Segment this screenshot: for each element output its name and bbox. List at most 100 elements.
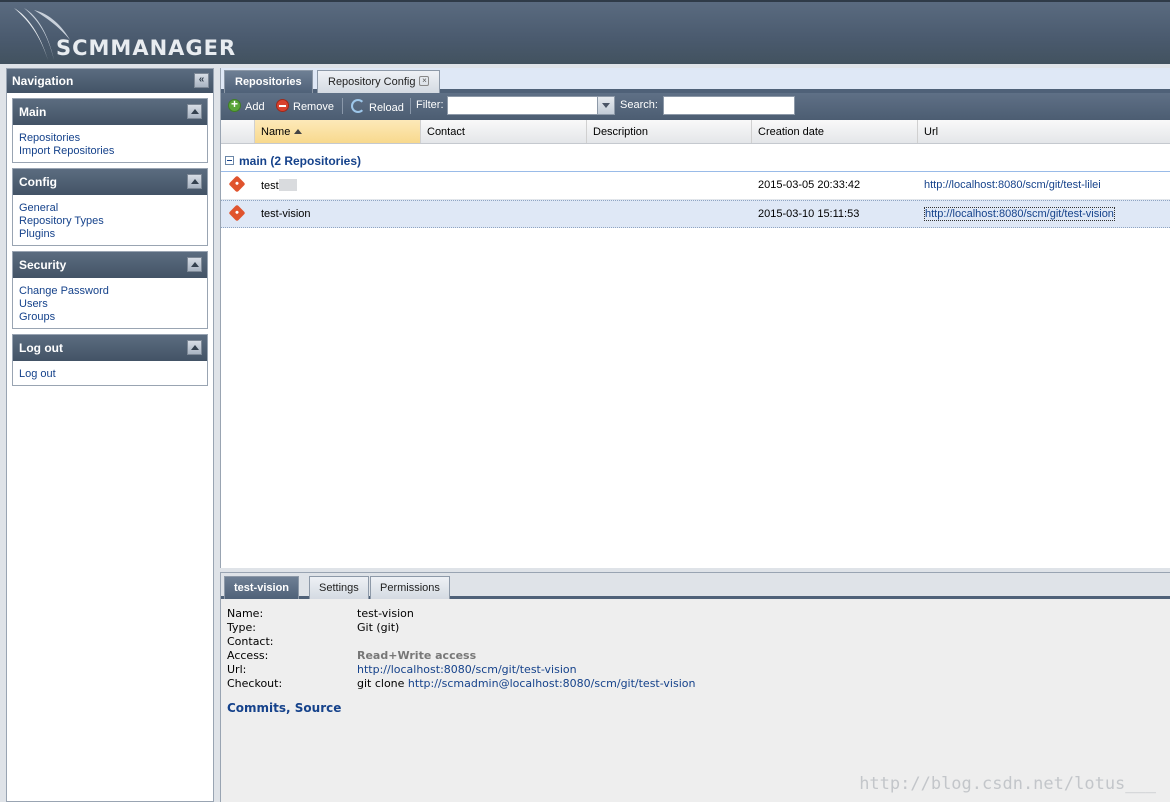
nav-link-repository-types[interactable]: Repository Types bbox=[19, 215, 201, 228]
nav-panel-title: Main bbox=[19, 105, 47, 119]
repositories-toolbar: Add Remove Reload Filter: Search: bbox=[221, 93, 1170, 120]
checkout-url-link[interactable]: http://scmadmin@localhost:8080/scm/git/t… bbox=[408, 677, 696, 690]
group-row-main[interactable]: main (2 Repositories) bbox=[221, 144, 1170, 172]
column-header-contact[interactable]: Contact bbox=[421, 120, 587, 143]
git-repository-icon bbox=[228, 175, 246, 193]
search-input[interactable] bbox=[663, 96, 795, 115]
nav-link-general[interactable]: General bbox=[19, 202, 201, 215]
nav-link-users[interactable]: Users bbox=[19, 298, 201, 311]
repo-url-link[interactable]: http://localhost:8080/scm/git/test-lilei bbox=[924, 179, 1101, 191]
repo-name: test bbox=[261, 180, 279, 192]
tab-label: Settings bbox=[319, 582, 359, 594]
detail-label: Checkout: bbox=[227, 677, 283, 690]
repo-creation-date-cell: 2015-03-10 15:11:53 bbox=[758, 208, 860, 220]
repo-url-link[interactable]: http://localhost:8080/scm/git/test-visio… bbox=[924, 207, 1115, 221]
nav-panel-main: Main Repositories Import Repositories bbox=[12, 98, 208, 163]
column-header-description[interactable]: Description bbox=[587, 120, 752, 143]
tab-repository-info[interactable]: test-vision bbox=[224, 576, 300, 599]
repositories-main: Repositories Repository Config× Add Remo… bbox=[220, 68, 1170, 568]
detail-row-checkout: Checkout: git clone http://scmadmin@loca… bbox=[227, 677, 1127, 691]
navigation-header: Navigation « bbox=[7, 69, 213, 93]
filter-label: Filter: bbox=[416, 99, 444, 111]
git-repository-icon bbox=[228, 204, 246, 222]
detail-access-value: Read+Write access bbox=[357, 649, 477, 662]
detail-row-type: Type: Git (git) bbox=[227, 621, 1127, 635]
detail-label: Access: bbox=[227, 649, 269, 662]
table-row[interactable]: test 2015-03-05 20:33:42 http://localhos… bbox=[221, 172, 1170, 200]
column-header-label: Creation date bbox=[758, 126, 825, 138]
column-header-label: Contact bbox=[427, 126, 465, 138]
nav-link-plugins[interactable]: Plugins bbox=[19, 228, 201, 241]
column-header-label: Description bbox=[593, 126, 649, 138]
nav-panel-logout-header[interactable]: Log out bbox=[13, 335, 207, 361]
column-header-label: Name bbox=[261, 126, 291, 138]
detail-body: Name: test-vision Type: Git (git) Contac… bbox=[227, 607, 1127, 715]
detail-url-link[interactable]: http://localhost:8080/scm/git/test-visio… bbox=[357, 663, 577, 676]
add-button[interactable]: Add bbox=[228, 97, 265, 113]
detail-tabbar: test-vision Settings Permissions bbox=[221, 573, 1170, 599]
table-row-selected[interactable]: test-vision 2015-03-10 15:11:53 http://l… bbox=[221, 200, 1170, 228]
logo-text: SCMMANAGER bbox=[56, 36, 237, 60]
nav-link-import-repositories[interactable]: Import Repositories bbox=[19, 145, 201, 158]
nav-panel-title: Security bbox=[19, 258, 67, 272]
detail-checkout-value: git clone http://scmadmin@localhost:8080… bbox=[357, 677, 695, 690]
nav-panel-config: Config General Repository Types Plugins bbox=[12, 168, 208, 246]
watermark-text: http://blog.csdn.net/lotus___ bbox=[859, 774, 1156, 794]
nav-panel-config-header[interactable]: Config bbox=[13, 169, 207, 195]
tab-label: Repository Config bbox=[328, 76, 416, 88]
collapse-panel-icon[interactable] bbox=[187, 340, 202, 355]
repo-name-cell: test-vision bbox=[261, 208, 311, 220]
remove-icon bbox=[276, 99, 289, 112]
detail-label: Type: bbox=[227, 621, 256, 634]
reload-button[interactable]: Reload bbox=[351, 99, 404, 114]
toolbar-separator bbox=[342, 98, 343, 114]
collapse-panel-icon[interactable] bbox=[187, 257, 202, 272]
chevron-down-icon[interactable] bbox=[597, 97, 614, 114]
tab-label: Repositories bbox=[235, 76, 302, 88]
detail-name-value: test-vision bbox=[357, 607, 414, 620]
nav-panel-security-header[interactable]: Security bbox=[13, 252, 207, 278]
column-header-label: Url bbox=[924, 126, 939, 138]
nav-link-repositories[interactable]: Repositories bbox=[19, 132, 201, 145]
reload-label: Reload bbox=[369, 102, 404, 114]
column-header-name[interactable]: Name bbox=[255, 120, 421, 143]
collapse-navigation-button[interactable]: « bbox=[194, 73, 209, 88]
column-header-url[interactable]: Url bbox=[918, 120, 1170, 143]
collapse-group-icon[interactable] bbox=[225, 156, 234, 165]
filter-combobox[interactable] bbox=[447, 96, 615, 115]
repo-creation-date-cell: 2015-03-05 20:33:42 bbox=[758, 179, 861, 191]
nav-panel-logout: Log out Log out bbox=[12, 334, 208, 386]
navigation-title: Navigation bbox=[12, 74, 74, 88]
tab-settings[interactable]: Settings bbox=[309, 576, 369, 599]
redacted-text bbox=[278, 179, 297, 191]
close-tab-icon[interactable]: × bbox=[419, 76, 430, 86]
column-header-creation-date[interactable]: Creation date bbox=[752, 120, 918, 143]
collapse-panel-icon[interactable] bbox=[187, 104, 202, 119]
remove-button[interactable]: Remove bbox=[276, 99, 334, 113]
nav-panel-title: Config bbox=[19, 175, 57, 189]
nav-panel-title: Log out bbox=[19, 341, 63, 355]
nav-link-groups[interactable]: Groups bbox=[19, 311, 201, 324]
tab-permissions[interactable]: Permissions bbox=[370, 576, 450, 599]
collapse-panel-icon[interactable] bbox=[187, 174, 202, 189]
grid-header-icon-column bbox=[221, 120, 255, 143]
repo-url-cell: http://localhost:8080/scm/git/test-lilei bbox=[924, 179, 1101, 191]
detail-label: Url: bbox=[227, 663, 247, 676]
add-icon bbox=[228, 97, 241, 112]
commits-source-links[interactable]: Commits, Source bbox=[227, 701, 1127, 715]
tab-repository-config[interactable]: Repository Config × bbox=[317, 70, 441, 93]
search-label: Search: bbox=[620, 99, 658, 111]
checkout-command: git clone bbox=[357, 677, 405, 690]
detail-row-url: Url: http://localhost:8080/scm/git/test-… bbox=[227, 663, 1127, 677]
repository-detail-panel: test-vision Settings Permissions Name: t… bbox=[220, 572, 1170, 802]
detail-type-value: Git (git) bbox=[357, 621, 400, 634]
detail-row-contact: Contact: bbox=[227, 635, 1127, 649]
group-label: main (2 Repositories) bbox=[239, 154, 362, 168]
nav-panel-main-header[interactable]: Main bbox=[13, 99, 207, 125]
grid-header: Name Contact Description Creation date U… bbox=[221, 120, 1170, 144]
nav-link-change-password[interactable]: Change Password bbox=[19, 285, 201, 298]
nav-link-logout[interactable]: Log out bbox=[19, 368, 201, 381]
tab-repositories[interactable]: Repositories bbox=[224, 70, 313, 93]
remove-label: Remove bbox=[293, 101, 334, 113]
detail-row-name: Name: test-vision bbox=[227, 607, 1127, 621]
